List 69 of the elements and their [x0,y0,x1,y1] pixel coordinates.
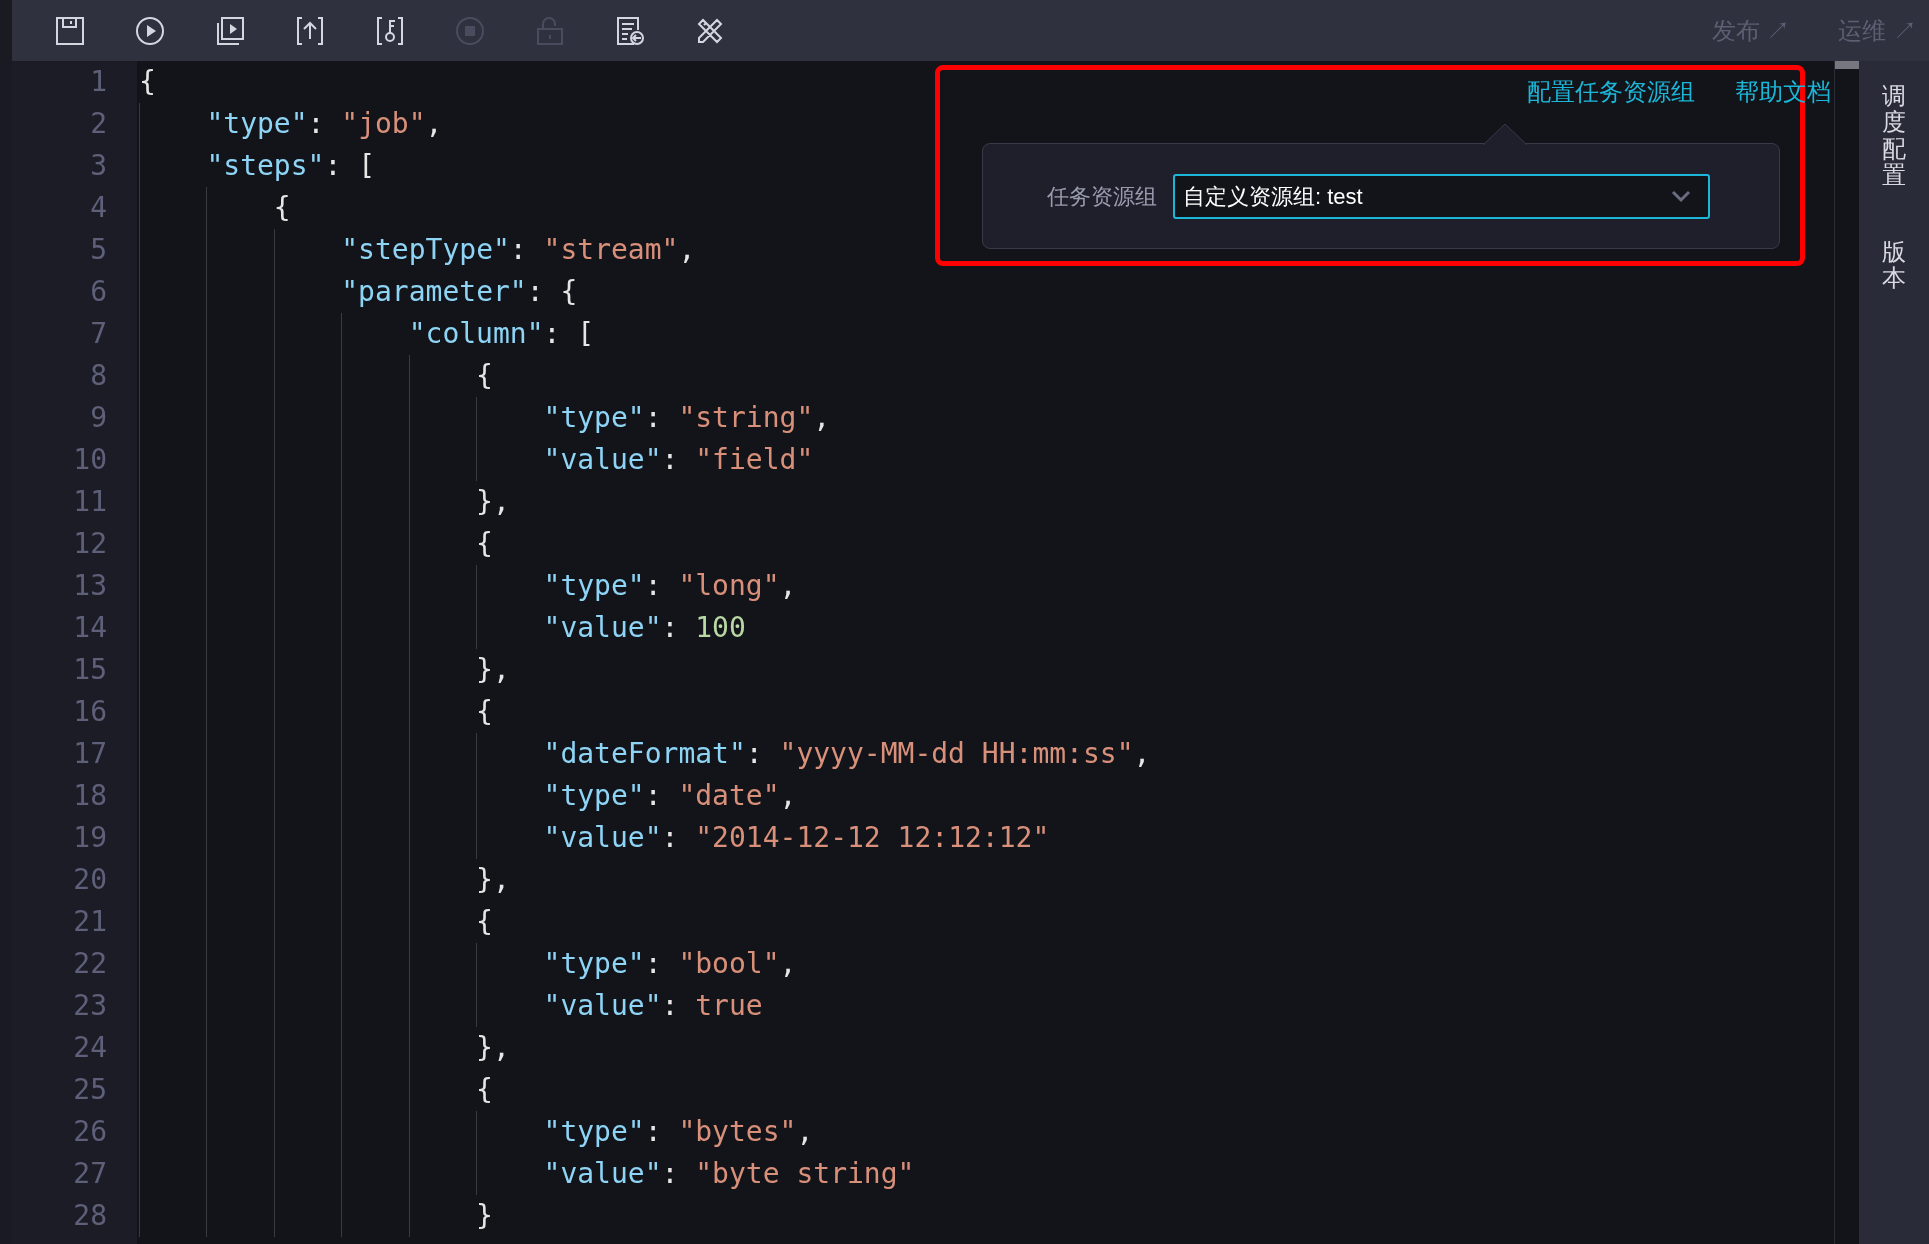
line-number: 18 [72,778,108,814]
line-number: 23 [72,988,108,1024]
code-line: { [273,190,291,226]
line-number: 27 [72,1156,108,1192]
line-number: 1 [89,64,108,100]
line-number: 26 [72,1114,108,1150]
code-line: "steps": [ [206,148,375,184]
code-line: "value": true [543,988,763,1024]
line-number: 10 [72,442,108,478]
line-number: 28 [72,1198,108,1234]
line-number: 13 [72,568,108,604]
resource-group-select[interactable]: 自定义资源组: test [1173,173,1710,219]
line-number: 7 [89,316,108,352]
line-number: 21 [72,904,108,940]
save-button[interactable] [54,14,86,47]
scrollbar-thumb[interactable] [1835,61,1859,69]
code-line: "type": "bool", [543,946,797,982]
line-number: 11 [72,484,108,520]
code-line: "type": "job", [206,106,443,142]
field-label: 任务资源组 [1047,182,1157,211]
chevron-down-icon [1670,189,1692,203]
line-number: 6 [89,274,108,310]
code-line: "type": "date", [543,778,797,814]
code-line: "value": "field" [543,442,814,478]
play-stack-button[interactable] [214,14,246,47]
code-line: { [139,64,156,100]
code-line: "parameter": { [341,274,578,310]
code-line: "type": "bytes", [543,1114,814,1150]
line-number: 9 [89,400,108,436]
line-number: 22 [72,946,108,982]
code-line: "stepType": "stream", [341,232,696,268]
key-button[interactable] [374,14,406,47]
line-number: 8 [89,358,108,394]
line-number: 2 [89,106,108,142]
code-line: "type": "string", [543,400,831,436]
code-line: "dateFormat": "yyyy-MM-dd HH:mm:ss", [543,736,1151,772]
line-number: 14 [72,610,108,646]
line-number: 12 [72,526,108,562]
code-line: "column": [ [408,316,595,352]
line-number: 24 [72,1030,108,1066]
code-line: }, [476,862,510,898]
line-number: 15 [72,652,108,688]
sidebar-tab[interactable]: 调度配置 [1882,83,1906,189]
sidebar-tab[interactable]: 版本 [1882,238,1906,292]
line-number: 5 [89,232,108,268]
code-line: "value": "byte string" [543,1156,915,1192]
play-button[interactable] [134,14,166,47]
code-line: { [476,904,493,940]
code-line: "value": 100 [543,610,746,646]
line-number: 17 [72,736,108,772]
code-line: { [476,694,493,730]
code-line: }, [476,1030,510,1066]
code-line: }, [476,652,510,688]
line-number: 4 [89,190,108,226]
line-number: 19 [72,820,108,856]
code-line: { [476,1072,493,1108]
code-line: "type": "long", [543,568,797,604]
line-number: 20 [72,862,108,898]
popover-link[interactable]: 配置任务资源组 [1527,77,1695,107]
code-line: { [476,358,493,394]
line-number: 16 [72,694,108,730]
line-number: 25 [72,1072,108,1108]
line-number: 3 [89,148,108,184]
code-line: { [476,526,493,562]
document-import-button[interactable] [614,14,646,47]
code-line: }, [476,484,510,520]
upload-button[interactable] [294,14,326,47]
code-line: } [476,1198,493,1234]
code-line: "value": "2014-12-12 12:12:12" [543,820,1050,856]
